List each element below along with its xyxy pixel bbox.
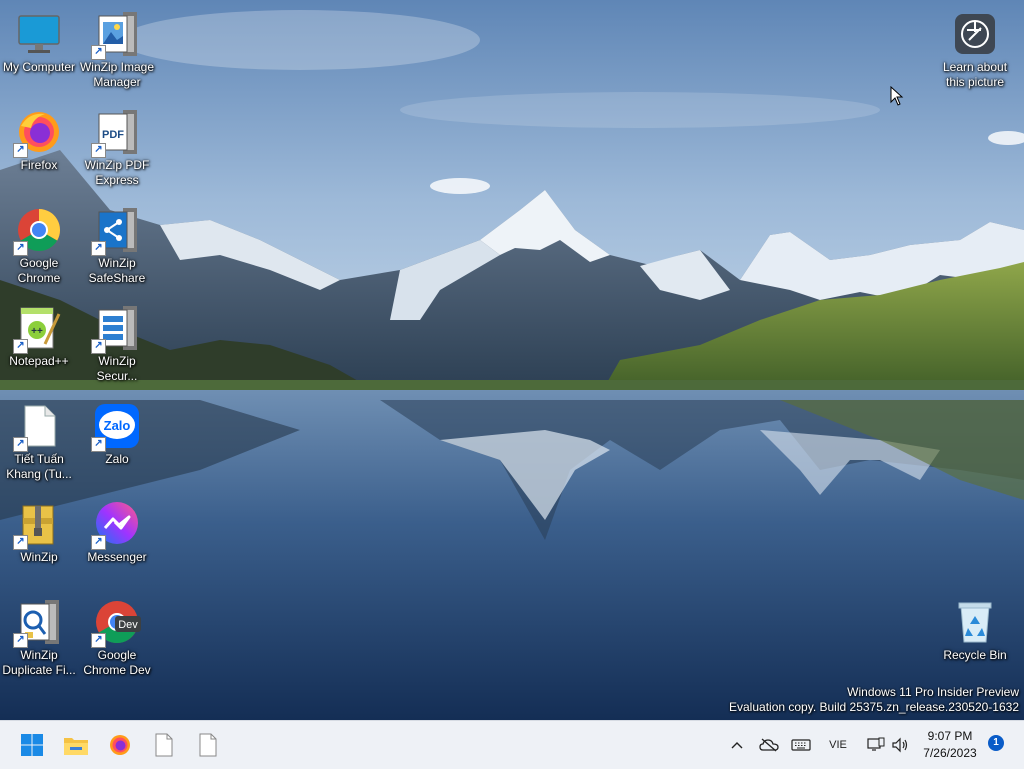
onedrive-offline-icon xyxy=(759,738,779,752)
keyboard-icon xyxy=(791,739,811,751)
desktop-icon-label: Google Chrome xyxy=(17,256,61,285)
desktop-icon-google-chrome[interactable]: ↗ Google Chrome xyxy=(0,202,78,292)
zalo-text: Zalo xyxy=(104,418,131,433)
desktop-icon-google-chrome-dev[interactable]: Dev ↗ Google Chrome Dev xyxy=(78,594,156,684)
shortcut-arrow-icon: ↗ xyxy=(13,437,28,452)
winzip-pdf-express-icon: PDF ↗ xyxy=(91,108,141,158)
winzip-secure-backup-icon: ↗ xyxy=(91,304,141,354)
start-button[interactable] xyxy=(12,725,52,765)
file-explorer-icon xyxy=(64,738,88,755)
shortcut-arrow-icon: ↗ xyxy=(91,437,106,452)
zalo-icon: Zalo ↗ xyxy=(91,402,141,452)
volume-control[interactable] xyxy=(888,733,912,757)
shortcut-arrow-icon: ↗ xyxy=(91,633,106,648)
desktop-icon-winzip-safeshare[interactable]: ↗ WinZip SafeShare xyxy=(78,202,156,292)
taskbar-firefox[interactable] xyxy=(100,725,140,765)
desktop-icon-messenger[interactable]: ↗ Messenger xyxy=(78,496,156,586)
desktop-icon-label: Messenger xyxy=(87,550,147,564)
network-status[interactable] xyxy=(864,733,888,757)
shortcut-arrow-icon: ↗ xyxy=(91,241,106,256)
chrome-icon: ↗ xyxy=(13,206,63,256)
recycle-bin-icon xyxy=(951,598,999,646)
watermark-edition: Windows 11 Pro Insider Preview xyxy=(847,685,1019,699)
document-icon: ↗ xyxy=(13,402,63,452)
camera-icon xyxy=(951,10,999,58)
desktop-icon-winzip[interactable]: ↗ WinZip xyxy=(0,496,78,586)
volume-icon xyxy=(892,737,908,753)
chrome-dev-icon: Dev ↗ xyxy=(91,598,141,648)
desktop-icon-label: WinZip PDF Express xyxy=(84,158,150,187)
shortcut-arrow-icon: ↗ xyxy=(13,241,28,256)
shortcut-arrow-icon: ↗ xyxy=(13,633,28,648)
desktop-icon-label: Tiết Tuấn Khang (Tu... xyxy=(6,452,72,481)
firefox-icon: ↗ xyxy=(13,108,63,158)
desktop-icon-label: WinZip Secur... xyxy=(96,354,138,383)
blank-document-icon xyxy=(155,733,173,757)
taskbar-document-1[interactable] xyxy=(144,725,184,765)
desktop-icon-label: Firefox xyxy=(20,158,58,172)
desktop-icon-label: Google Chrome Dev xyxy=(83,648,151,677)
onedrive-status[interactable] xyxy=(756,733,782,757)
shortcut-arrow-icon: ↗ xyxy=(13,143,28,158)
winzip-safeshare-icon: ↗ xyxy=(91,206,141,256)
chevron-up-icon xyxy=(731,742,743,749)
desktop-icon-winzip-pdf-express[interactable]: PDF ↗ WinZip PDF Express xyxy=(78,104,156,194)
evaluation-watermark: Windows 11 Pro Insider Preview Evaluatio… xyxy=(729,685,1019,715)
taskbar-clock[interactable]: 9:07 PM 7/26/2023 xyxy=(912,728,988,762)
blank-document-icon xyxy=(199,733,217,757)
shortcut-arrow-icon: ↗ xyxy=(13,339,28,354)
start-icon xyxy=(21,734,43,756)
pdf-text: PDF xyxy=(102,129,124,141)
mouse-pointer-icon xyxy=(890,85,904,111)
desktop-icon-label: Recycle Bin xyxy=(943,648,1007,662)
firefox-icon xyxy=(110,735,130,755)
desktop-icon-label: WinZip Image Manager xyxy=(79,60,155,89)
desktop-icon-winzip-duplicate-finder[interactable]: ↗ WinZip Duplicate Fi... xyxy=(0,594,78,684)
show-hidden-icons-button[interactable] xyxy=(726,733,748,757)
winzip-icon: ↗ xyxy=(13,500,63,550)
network-icon xyxy=(867,737,885,751)
shortcut-arrow-icon: ↗ xyxy=(91,45,106,60)
desktop-icon-firefox[interactable]: ↗ Firefox xyxy=(0,104,78,194)
winzip-image-manager-icon: ↗ xyxy=(91,10,141,60)
shortcut-arrow-icon: ↗ xyxy=(13,535,28,550)
desktop-icon-my-computer[interactable]: My Computer xyxy=(0,6,78,96)
desktop-icon-winzip-secure-backup[interactable]: ↗ WinZip Secur... xyxy=(78,300,156,390)
desktop-icon-label: WinZip xyxy=(20,550,58,564)
clock-time: 9:07 PM xyxy=(927,729,973,743)
desktop-icon-label: WinZip SafeShare xyxy=(88,256,146,285)
desktop-icon-zalo[interactable]: Zalo ↗ Zalo xyxy=(78,398,156,488)
desktop-icon-label: My Computer xyxy=(2,60,76,74)
desktop-icon-label: Learn about this picture xyxy=(942,60,1008,89)
desktop-icon-winzip-image-manager[interactable]: ↗ WinZip Image Manager xyxy=(78,6,156,96)
notification-count-badge[interactable]: 1 xyxy=(988,735,1004,751)
touch-keyboard-button[interactable] xyxy=(788,733,814,757)
desktop-icon-recycle-bin[interactable]: Recycle Bin xyxy=(936,594,1014,684)
desktop-icon-learn-about-picture[interactable]: Learn about this picture xyxy=(936,6,1014,96)
shortcut-arrow-icon: ↗ xyxy=(91,339,106,354)
taskbar-document-2[interactable] xyxy=(188,725,228,765)
desktop-icon-notepad-plus-plus[interactable]: ++ ↗ Notepad++ xyxy=(0,300,78,390)
svg-text:++: ++ xyxy=(31,326,43,337)
clock-date: 7/26/2023 xyxy=(923,746,977,760)
winzip-duplicate-finder-icon: ↗ xyxy=(13,598,63,648)
shortcut-arrow-icon: ↗ xyxy=(91,535,106,550)
watermark-build: Evaluation copy. Build 25375.zn_release.… xyxy=(729,700,1019,714)
shortcut-arrow-icon: ↗ xyxy=(91,143,106,158)
desktop-icon-label: Zalo xyxy=(105,452,129,466)
taskbar-file-explorer[interactable] xyxy=(56,725,96,765)
monitor-icon xyxy=(15,10,63,58)
desktop-icon-label: WinZip Duplicate Fi... xyxy=(2,648,76,677)
taskbar: VIE 9:07 PM 7/26/2023 xyxy=(0,720,1024,769)
notepad-plus-plus-icon: ++ ↗ xyxy=(13,304,63,354)
input-language-indicator[interactable]: VIE xyxy=(822,733,854,757)
dev-badge-text: Dev xyxy=(118,619,138,631)
desktop-icon-label: Notepad++ xyxy=(9,354,69,368)
messenger-icon: ↗ xyxy=(91,500,141,550)
desktop-icon-document[interactable]: ↗ Tiết Tuấn Khang (Tu... xyxy=(0,398,78,488)
